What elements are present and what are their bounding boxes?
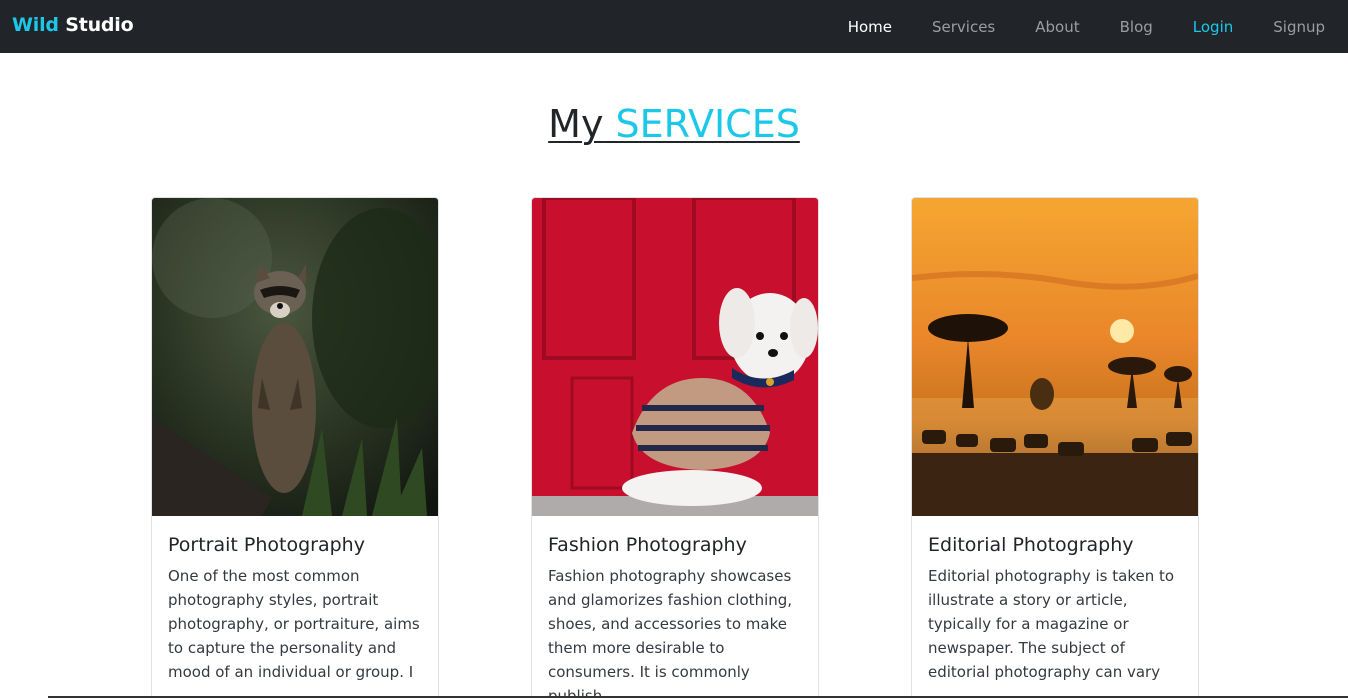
service-card-editorial: Editorial Photography Editorial photogra…	[911, 197, 1199, 698]
nav-link-login[interactable]: Login	[1193, 18, 1233, 36]
brand-logo[interactable]: Wild Studio	[12, 14, 134, 36]
page-title: My SERVICES	[0, 102, 1348, 146]
card-text: Fashion photography showcases and glamor…	[548, 567, 793, 698]
nav-link-services[interactable]: Services	[932, 18, 995, 36]
nav-link-blog[interactable]: Blog	[1120, 18, 1153, 36]
service-card-portrait: Portrait Photography One of the most com…	[151, 197, 439, 698]
card-body: Fashion Photography Fashion photography …	[532, 516, 818, 698]
nav-links: Home Services About Blog Login Signup	[808, 0, 1325, 53]
navbar: Wild Studio Home Services About Blog Log…	[0, 0, 1348, 53]
card-body: Editorial Photography Editorial photogra…	[912, 516, 1198, 698]
brand-part-studio: Studio	[58, 14, 134, 36]
savanna-sunset-photo	[912, 198, 1198, 516]
brand-part-wild: Wild	[12, 14, 59, 36]
raccoon-photo	[152, 198, 438, 516]
card-text: Editorial photography is taken to illust…	[928, 567, 1175, 681]
card-title: Portrait Photography	[168, 534, 365, 556]
card-body: Portrait Photography One of the most com…	[152, 516, 438, 698]
nav-link-home[interactable]: Home	[848, 18, 892, 36]
nav-link-signup[interactable]: Signup	[1273, 18, 1325, 36]
service-card-fashion: Fashion Photography Fashion photography …	[531, 197, 819, 698]
card-title: Fashion Photography	[548, 534, 747, 556]
title-part-services: SERVICES	[603, 102, 800, 146]
dog-in-sweater-photo	[532, 198, 818, 516]
title-part-my: My	[548, 102, 604, 146]
card-title: Editorial Photography	[928, 534, 1134, 556]
nav-link-about[interactable]: About	[1035, 18, 1079, 36]
card-text: One of the most common photography style…	[168, 567, 420, 681]
